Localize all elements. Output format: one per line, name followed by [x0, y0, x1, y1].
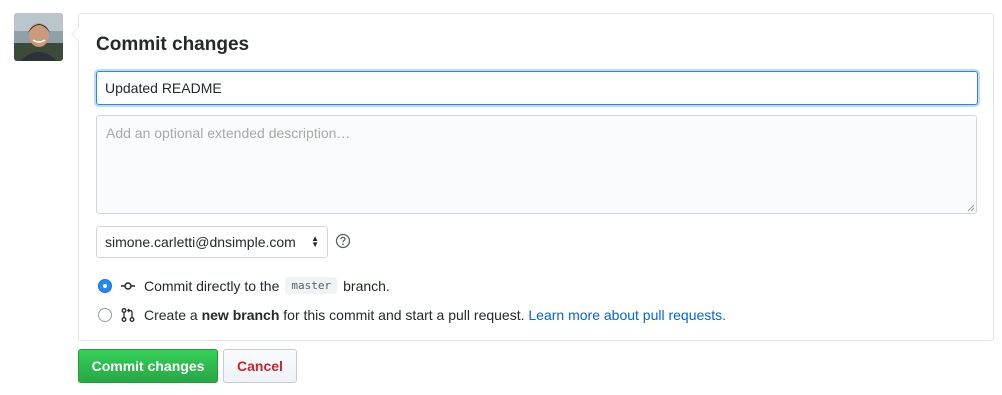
commit-summary-input[interactable] — [96, 71, 978, 105]
cancel-button[interactable]: Cancel — [223, 349, 297, 383]
new-branch-label-middle: for this commit and start a pull request… — [283, 307, 525, 323]
commit-form-title: Commit changes — [96, 34, 250, 55]
git-pull-request-icon — [121, 308, 135, 322]
author-email-select[interactable]: simone.carletti@dnsimple.com ▲ ▼ — [96, 226, 328, 258]
commit-direct-radio[interactable] — [98, 278, 112, 293]
author-email-value: simone.carletti@dnsimple.com — [105, 234, 296, 250]
new-branch-radio[interactable] — [98, 308, 112, 322]
resize-grip-icon[interactable] — [967, 204, 975, 212]
question-icon[interactable] — [335, 233, 351, 249]
select-arrows-icon: ▲ ▼ — [311, 234, 319, 249]
panel-caret-fill — [72, 27, 79, 41]
git-commit-icon — [121, 281, 135, 290]
commit-direct-option[interactable]: Commit directly to the master branch. — [98, 277, 390, 294]
commit-description-textarea[interactable] — [96, 115, 977, 214]
commit-direct-label-prefix: Commit directly to the — [144, 277, 280, 294]
branch-name-badge: master — [285, 277, 338, 294]
new-branch-option[interactable]: Create a new branch for this commit and … — [98, 307, 726, 323]
commit-changes-button[interactable]: Commit changes — [78, 349, 218, 383]
commit-form-panel: Commit changes simone.carletti@dnsimple.… — [71, 13, 994, 341]
learn-more-pull-requests-link[interactable]: Learn more about pull requests. — [528, 307, 726, 323]
new-branch-label-prefix: Create a — [144, 307, 198, 323]
new-branch-label-bold: new branch — [201, 307, 280, 323]
user-avatar[interactable] — [14, 13, 63, 61]
commit-direct-label-suffix: branch. — [343, 277, 390, 294]
